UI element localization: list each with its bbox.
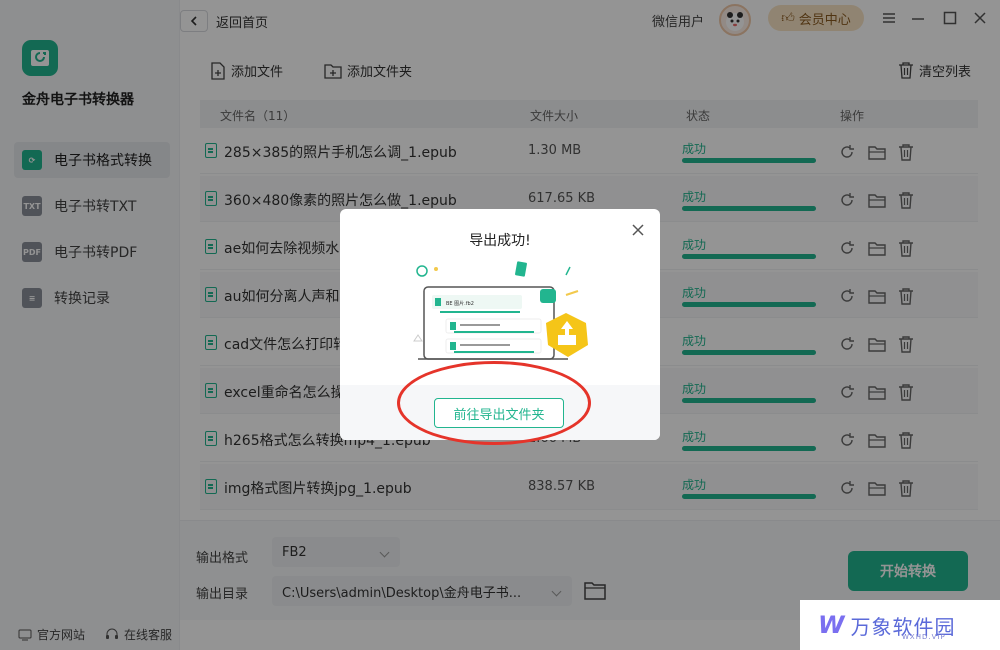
highlight-annotation (397, 361, 591, 445)
illustration-file-label: BE 图片.fb2 (446, 300, 474, 307)
watermark: W 万象软件园 (800, 600, 1000, 650)
watermark-sub: WXHD.VIP (902, 633, 946, 641)
dialog-close-icon[interactable] (630, 222, 646, 238)
export-success-illustration: BE 图片.fb2 (413, 261, 588, 360)
watermark-logo-icon: W (818, 611, 845, 639)
dialog-title: 导出成功! (469, 233, 531, 249)
